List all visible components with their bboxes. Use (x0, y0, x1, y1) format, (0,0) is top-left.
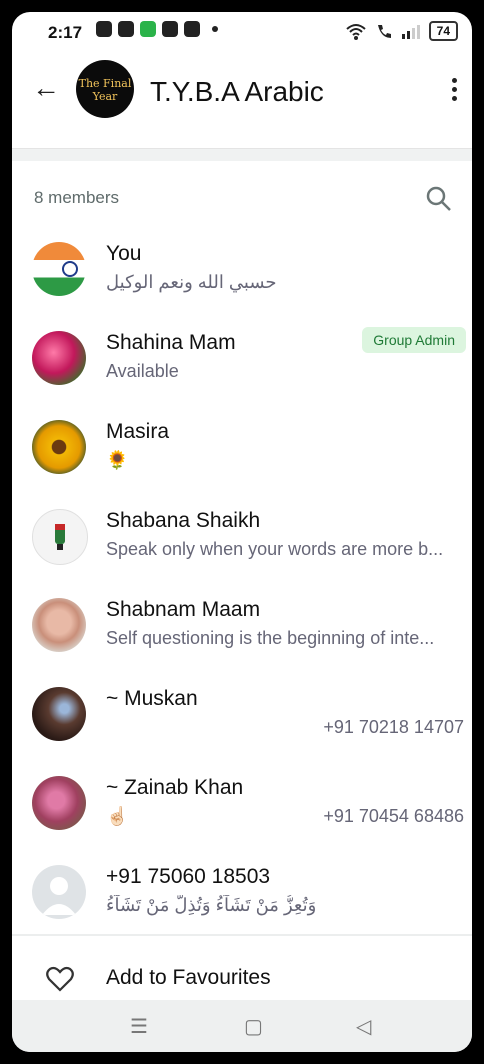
chat-icon (118, 21, 134, 37)
flag-wheel-icon (62, 261, 78, 277)
member-row[interactable]: ~ Zainab Khan ☝🏻 +91 70454 68486 (12, 776, 472, 864)
group-avatar-text: The Final Year (78, 77, 132, 103)
member-row[interactable]: +91 75060 18503 وَتُعِزُّ مَنْ تَشَآءُ و… (12, 865, 472, 953)
status-bar: 2:17 74 (12, 12, 472, 54)
member-name: Masira (106, 420, 170, 443)
add-to-favourites[interactable]: Add to Favourites (12, 962, 472, 1002)
member-status: حسبي الله ونعم الوكيل (106, 272, 277, 292)
notification-icons (96, 21, 218, 37)
wifi-icon (345, 24, 366, 40)
signal-icon (401, 25, 420, 39)
avatar (32, 776, 86, 830)
youtube-icon (162, 21, 178, 37)
recent-apps-icon[interactable]: ☰ (130, 1014, 148, 1039)
back-nav-icon[interactable]: ◁ (356, 1014, 371, 1039)
member-name: You (106, 242, 142, 265)
group-avatar[interactable]: The Final Year (76, 60, 134, 118)
member-name: Shabnam Maam (106, 598, 261, 621)
member-row[interactable]: Shabnam Maam Self questioning is the beg… (12, 598, 472, 686)
default-avatar-icon (32, 865, 86, 919)
member-name: +91 75060 18503 (106, 865, 271, 888)
search-icon[interactable] (424, 184, 454, 214)
member-name: ~ Zainab Khan (106, 776, 244, 799)
avatar (32, 598, 86, 652)
member-row[interactable]: Masira 🌻 (12, 420, 472, 508)
member-row[interactable]: You حسبي الله ونعم الوكيل (12, 242, 472, 330)
status-time: 2:17 (48, 23, 83, 42)
section-divider (12, 148, 472, 161)
member-name: ~ Muskan (106, 687, 198, 710)
heart-icon (46, 966, 74, 992)
member-status: 🌻 (106, 450, 129, 470)
member-name: Shabana Shaikh (106, 509, 261, 532)
member-name: Shahina Mam (106, 331, 236, 354)
play-icon (184, 21, 200, 37)
home-icon[interactable]: ▢ (244, 1014, 263, 1039)
system-icons: 74 (345, 21, 458, 41)
more-options-icon[interactable] (452, 78, 458, 105)
avatar (32, 242, 86, 296)
member-phone: +91 70454 68486 (323, 806, 464, 826)
snapchat-icon (96, 21, 112, 37)
list-divider (12, 934, 472, 936)
group-title[interactable]: T.Y.B.A Arabic (150, 76, 324, 108)
member-status: Self questioning is the beginning of int… (106, 628, 435, 648)
person-silhouette-icon (42, 877, 76, 915)
avatar (32, 509, 88, 565)
member-status: ☝🏻 (106, 806, 129, 826)
back-arrow-icon[interactable]: ← (32, 72, 60, 104)
favourites-label: Add to Favourites (106, 966, 271, 989)
avatar (32, 420, 86, 474)
call-icon (377, 25, 391, 38)
member-phone: +91 70218 14707 (323, 717, 464, 737)
fist-icon (55, 524, 65, 550)
avatar (32, 331, 86, 385)
member-status: وَتُعِزُّ مَنْ تَشَآءُ وَتُذِلُّ مَنْ تَ… (106, 895, 317, 915)
app-bar: ← The Final Year T.Y.B.A Arabic (12, 54, 472, 124)
member-row[interactable]: Shabana Shaikh Speak only when your word… (12, 509, 472, 597)
member-row[interactable]: ~ Muskan +91 70218 14707 (12, 687, 472, 775)
app-icon (140, 21, 156, 37)
system-nav-bar: ☰ ▢ ◁ (12, 1000, 472, 1052)
member-row[interactable]: Shahina Mam Available Group Admin (12, 327, 472, 419)
member-status: Speak only when your words are more b... (106, 539, 444, 559)
members-count: 8 members (34, 188, 120, 207)
avatar (32, 687, 86, 741)
group-admin-badge: Group Admin (362, 327, 466, 353)
battery-indicator: 74 (428, 21, 458, 41)
screen: 2:17 74 ← The Final Year T.Y.B.A Arabic … (12, 12, 472, 1052)
member-status: Available (106, 361, 179, 381)
more-notifications-dot (212, 26, 218, 32)
